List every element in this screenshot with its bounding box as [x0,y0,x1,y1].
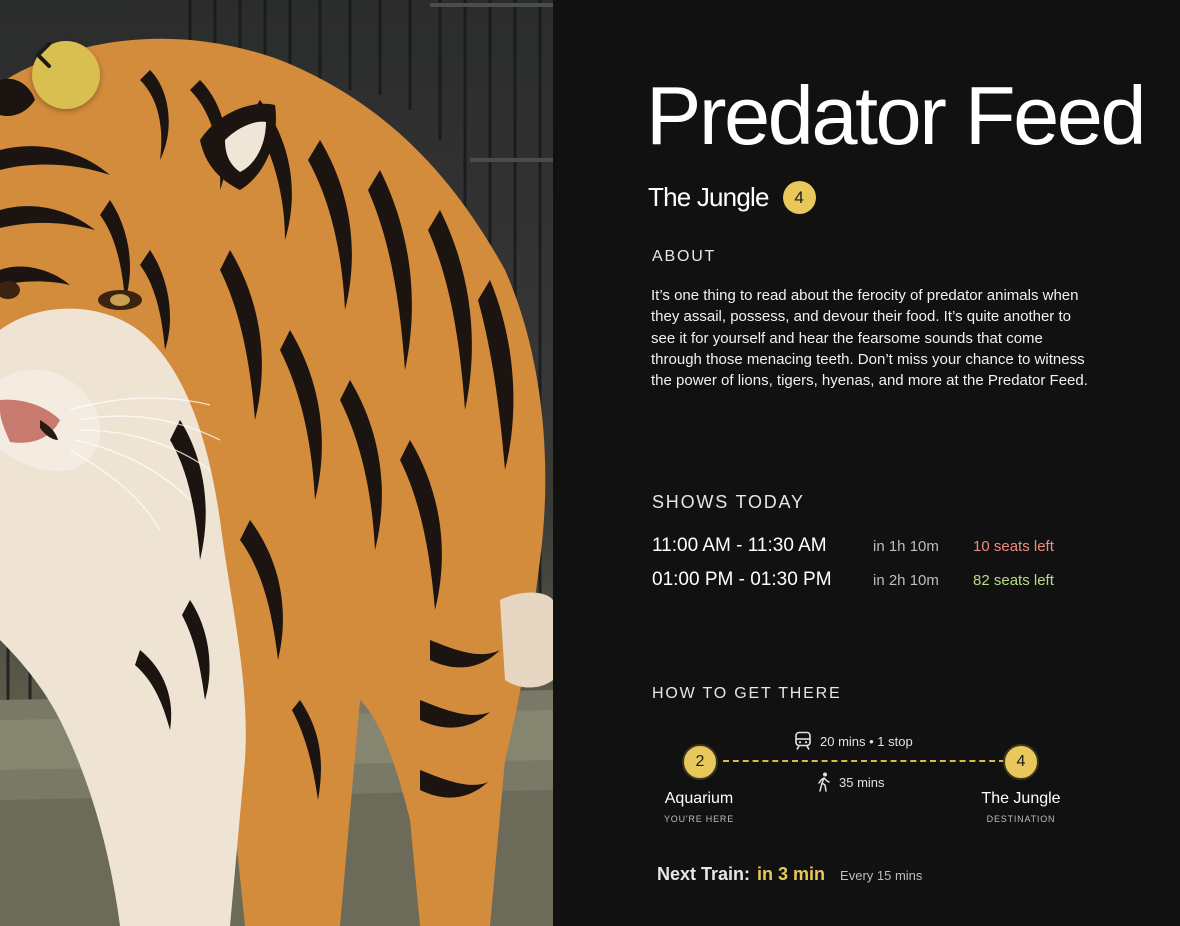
show-row[interactable]: 11:00 AM - 11:30 AM in 1h 10m 10 seats l… [652,535,1152,559]
shows-heading: SHOWS TODAY [652,492,805,512]
walk-duration: 35 mins [839,774,885,790]
train-icon [794,731,812,751]
destination-sub: DESTINATION [986,814,1056,824]
zone-badge: 4 [782,181,816,214]
directions-heading: HOW TO GET THERE [652,685,842,702]
show-starts-in: in 2h 10m [873,572,939,589]
event-location: The Jungle 4 [648,181,816,214]
about-text: It’s one thing to read about the ferocit… [651,287,1088,390]
origin-sub: YOU'RE HERE [663,814,735,824]
show-starts-in: in 1h 10m [873,538,939,555]
walking-icon [817,772,831,792]
origin-badge: 2 [682,744,718,780]
next-train-label: Next Train: [657,864,751,884]
about-heading: ABOUT [652,248,717,265]
route-line [723,760,1005,762]
show-time: 01:00 PM - 01:30 PM [652,569,832,590]
route-map: 2 4 20 mins • 1 stop 35 mins Aquarium YO… [553,720,1180,840]
show-row[interactable]: 01:00 PM - 01:30 PM in 2h 10m 82 seats l… [652,569,1152,593]
hero-image [0,0,553,926]
next-train: Next Train: in 3 min Every 15 mins [657,864,922,885]
location-name: The Jungle [648,182,769,212]
back-button[interactable] [32,41,100,109]
origin-name: Aquarium [664,790,734,807]
walk-info: 35 mins [817,772,885,792]
show-seats: 82 seats left [973,572,1054,589]
train-frequency: Every 15 mins [840,868,923,883]
tiger-photo [0,0,553,926]
info-panel: Predator Feed The Jungle 4 ABOUT It’s on… [553,0,1180,926]
event-title: Predator Feed [646,69,1147,162]
train-info: 20 mins • 1 stop [794,731,913,751]
train-duration: 20 mins • 1 stop [820,733,913,749]
next-train-value: in 3 min [757,864,826,884]
show-seats: 10 seats left [973,538,1054,555]
destination-badge: 4 [1003,744,1039,780]
show-time: 11:00 AM - 11:30 AM [652,535,827,556]
destination-name: The Jungle [981,790,1061,807]
